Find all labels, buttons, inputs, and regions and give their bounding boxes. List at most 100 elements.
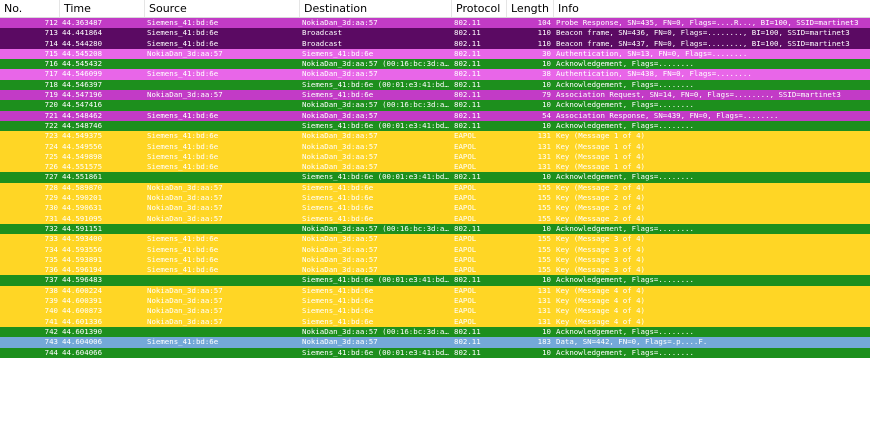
packet-destination: NokiaDan_3d:aa:57: [302, 265, 378, 275]
packet-row[interactable]: 725 44.549898 Siemens_41:bd:6e NokiaDan_3d:…: [0, 151, 870, 163]
packet-source: NokiaDan_3d:aa:57: [147, 193, 223, 203]
column-header-protocol[interactable]: Protocol: [452, 0, 507, 17]
packet-row[interactable]: 716 44.545432 NokiaDan_3d:aa:57 (00:16:bc:…: [0, 59, 870, 70]
packet-destination: Siemens_41:bd:6e: [302, 48, 374, 58]
packet-source: [145, 224, 300, 234]
packet-time: 44.596483: [62, 275, 103, 285]
packet-length: 183: [537, 337, 551, 347]
packet-destination: NokiaDan_3d:aa:57: [302, 141, 378, 151]
packet-length: 131: [537, 316, 551, 326]
packet-time: 44.546397: [62, 79, 103, 89]
packet-row[interactable]: 734 44.593556 Siemens_41:bd:6e NokiaDan_3d:…: [0, 244, 870, 255]
packet-length: 131: [537, 306, 551, 316]
packet-row[interactable]: 738 44.600224 NokiaDan_3d:aa:57 Siemens_41:…: [0, 285, 870, 297]
packet-row[interactable]: 712 44.363487 Siemens_41:bd:6e NokiaDan_3d:…: [0, 18, 870, 29]
packet-row[interactable]: 720 44.547416 NokiaDan_3d:aa:57 (00:16:bc:…: [0, 100, 870, 111]
packet-no: 720: [44, 100, 58, 110]
packet-time: 44.546099: [62, 69, 103, 79]
packet-destination: Broadcast: [302, 38, 343, 48]
packet-no: 744: [44, 347, 58, 357]
packet-row[interactable]: 729 44.590201 NokiaDan_3d:aa:57 Siemens_41:…: [0, 193, 870, 204]
packet-destination: Siemens_41:bd:6e: [302, 203, 374, 213]
packet-row[interactable]: 732 44.591151 NokiaDan_3d:aa:57 (00:16:bc:…: [0, 223, 870, 235]
packet-source: [145, 275, 300, 285]
packet-row[interactable]: 714 44.544280 Siemens_41:bd:6e Broadcast 802…: [0, 38, 870, 49]
packet-time: 44.551861: [62, 172, 103, 182]
packet-info: Acknowledgement, Flags=........: [556, 347, 694, 357]
packet-length: 10: [542, 223, 551, 233]
packet-row[interactable]: 740 44.600873 NokiaDan_3d:aa:57 Siemens_41:…: [0, 306, 870, 317]
packet-no: 743: [44, 337, 58, 347]
packet-destination: Siemens_41:bd:6e (00:01:e3:41:bd…: [302, 275, 449, 285]
packet-time: 44.600224: [62, 285, 103, 295]
packet-row[interactable]: 718 44.546397 Siemens_41:bd:6e (00:01:e3:4…: [0, 79, 870, 91]
packet-protocol: 802.11: [454, 59, 481, 69]
packet-length: 155: [537, 203, 551, 213]
packet-row[interactable]: 726 44.551575 Siemens_41:bd:6e NokiaDan_3d:…: [0, 162, 870, 173]
packet-source: [145, 327, 300, 337]
packet-destination: NokiaDan_3d:aa:57: [302, 110, 378, 120]
packet-info: Key (Message 1 of 4): [556, 151, 645, 161]
column-header-destination[interactable]: Destination: [300, 0, 452, 17]
packet-destination: NokiaDan_3d:aa:57 (00:16:bc:3d:a…: [302, 100, 449, 110]
packet-protocol: 802.11: [454, 100, 481, 110]
column-header-no[interactable]: No.: [0, 0, 60, 17]
packet-source: [145, 172, 300, 182]
packet-length: 131: [537, 151, 551, 161]
column-header-length[interactable]: Length: [507, 0, 554, 17]
packet-length: 131: [537, 296, 551, 306]
packet-row[interactable]: 731 44.591095 NokiaDan_3d:aa:57 Siemens_41:…: [0, 213, 870, 224]
packet-row[interactable]: 730 44.590631 NokiaDan_3d:aa:57 Siemens_41:…: [0, 203, 870, 214]
packet-row[interactable]: 737 44.596483 Siemens_41:bd:6e (00:01:e3:4…: [0, 275, 870, 286]
packet-length: 10: [542, 100, 551, 110]
packet-info: Key (Message 2 of 4): [556, 193, 645, 203]
packet-row[interactable]: 742 44.601390 NokiaDan_3d:aa:57 (00:16:bc:…: [0, 326, 870, 338]
packet-source: NokiaDan_3d:aa:57: [147, 296, 223, 306]
packet-row[interactable]: 741 44.601336 NokiaDan_3d:aa:57 Siemens_41:…: [0, 316, 870, 327]
column-header-time[interactable]: Time: [60, 0, 145, 17]
column-header-source[interactable]: Source: [145, 0, 300, 17]
packet-no: 735: [44, 254, 58, 264]
packet-info: Key (Message 1 of 4): [556, 141, 645, 151]
packet-no: 727: [44, 172, 58, 182]
packet-length: 155: [537, 244, 551, 254]
packet-protocol: 802.11: [454, 275, 481, 285]
packet-row[interactable]: 713 44.441864 Siemens_41:bd:6e Broadcast 802…: [0, 28, 870, 39]
packet-time: 44.591151: [62, 223, 103, 233]
packet-row[interactable]: 744 44.604066 Siemens_41:bd:6e (00:01:e3:4…: [0, 347, 870, 358]
packet-row[interactable]: 717 44.546099 Siemens_41:bd:6e NokiaDan_3d:…: [0, 69, 870, 80]
packet-no: 722: [44, 120, 58, 130]
packet-protocol: 802.11: [454, 110, 481, 120]
packet-row[interactable]: 722 44.548746 Siemens_41:bd:6e (00:01:e3:4…: [0, 120, 870, 132]
packet-time: 44.596194: [62, 265, 103, 275]
packet-time: 44.547196: [62, 90, 103, 100]
packet-no: 723: [44, 131, 58, 141]
packet-destination: Siemens_41:bd:6e: [302, 90, 374, 100]
packet-row[interactable]: 715 44.545208 NokiaDan_3d:aa:57 Siemens_41:…: [0, 48, 870, 60]
packet-row[interactable]: 719 44.547196 NokiaDan_3d:aa:57 Siemens_41:…: [0, 90, 870, 101]
packet-row[interactable]: 721 44.548462 Siemens_41:bd:6e NokiaDan_3d:…: [0, 110, 870, 121]
packet-row[interactable]: 735 44.593891 Siemens_41:bd:6e NokiaDan_3d:…: [0, 254, 870, 266]
packet-row[interactable]: 723 44.549375 Siemens_41:bd:6e NokiaDan_3d:…: [0, 131, 870, 142]
packet-length: 10: [542, 120, 551, 130]
packet-row[interactable]: 733 44.593400 Siemens_41:bd:6e NokiaDan_3d:…: [0, 234, 870, 245]
packet-no: 718: [44, 79, 58, 89]
packet-row[interactable]: 727 44.551861 Siemens_41:bd:6e (00:01:e3:4…: [0, 172, 870, 183]
packet-row[interactable]: 739 44.600391 NokiaDan_3d:aa:57 Siemens_41:…: [0, 296, 870, 307]
packet-row[interactable]: 743 44.604006 Siemens_41:bd:6e NokiaDan_3d:…: [0, 337, 870, 348]
packet-time: 44.548746: [62, 120, 103, 130]
packet-row[interactable]: 728 44.589870 NokiaDan_3d:aa:57 Siemens_41:…: [0, 182, 870, 194]
packet-destination: Siemens_41:bd:6e (00:01:e3:41:bd…: [302, 172, 449, 182]
packet-length: 131: [537, 131, 551, 141]
packet-info: Key (Message 1 of 4): [556, 131, 645, 141]
packet-protocol: 802.11: [454, 90, 481, 100]
packet-row[interactable]: 724 44.549556 Siemens_41:bd:6e NokiaDan_3d:…: [0, 141, 870, 152]
packet-no: 725: [44, 151, 58, 161]
packet-no: 715: [44, 48, 58, 58]
column-header-info[interactable]: Info: [554, 0, 870, 17]
packet-protocol: EAPOL: [454, 306, 477, 316]
packet-row[interactable]: 736 44.596194 Siemens_41:bd:6e NokiaDan_3d:…: [0, 265, 870, 276]
packet-destination: NokiaDan_3d:aa:57: [302, 131, 378, 141]
packet-no: 731: [44, 213, 58, 223]
packet-length: 110: [537, 38, 551, 48]
